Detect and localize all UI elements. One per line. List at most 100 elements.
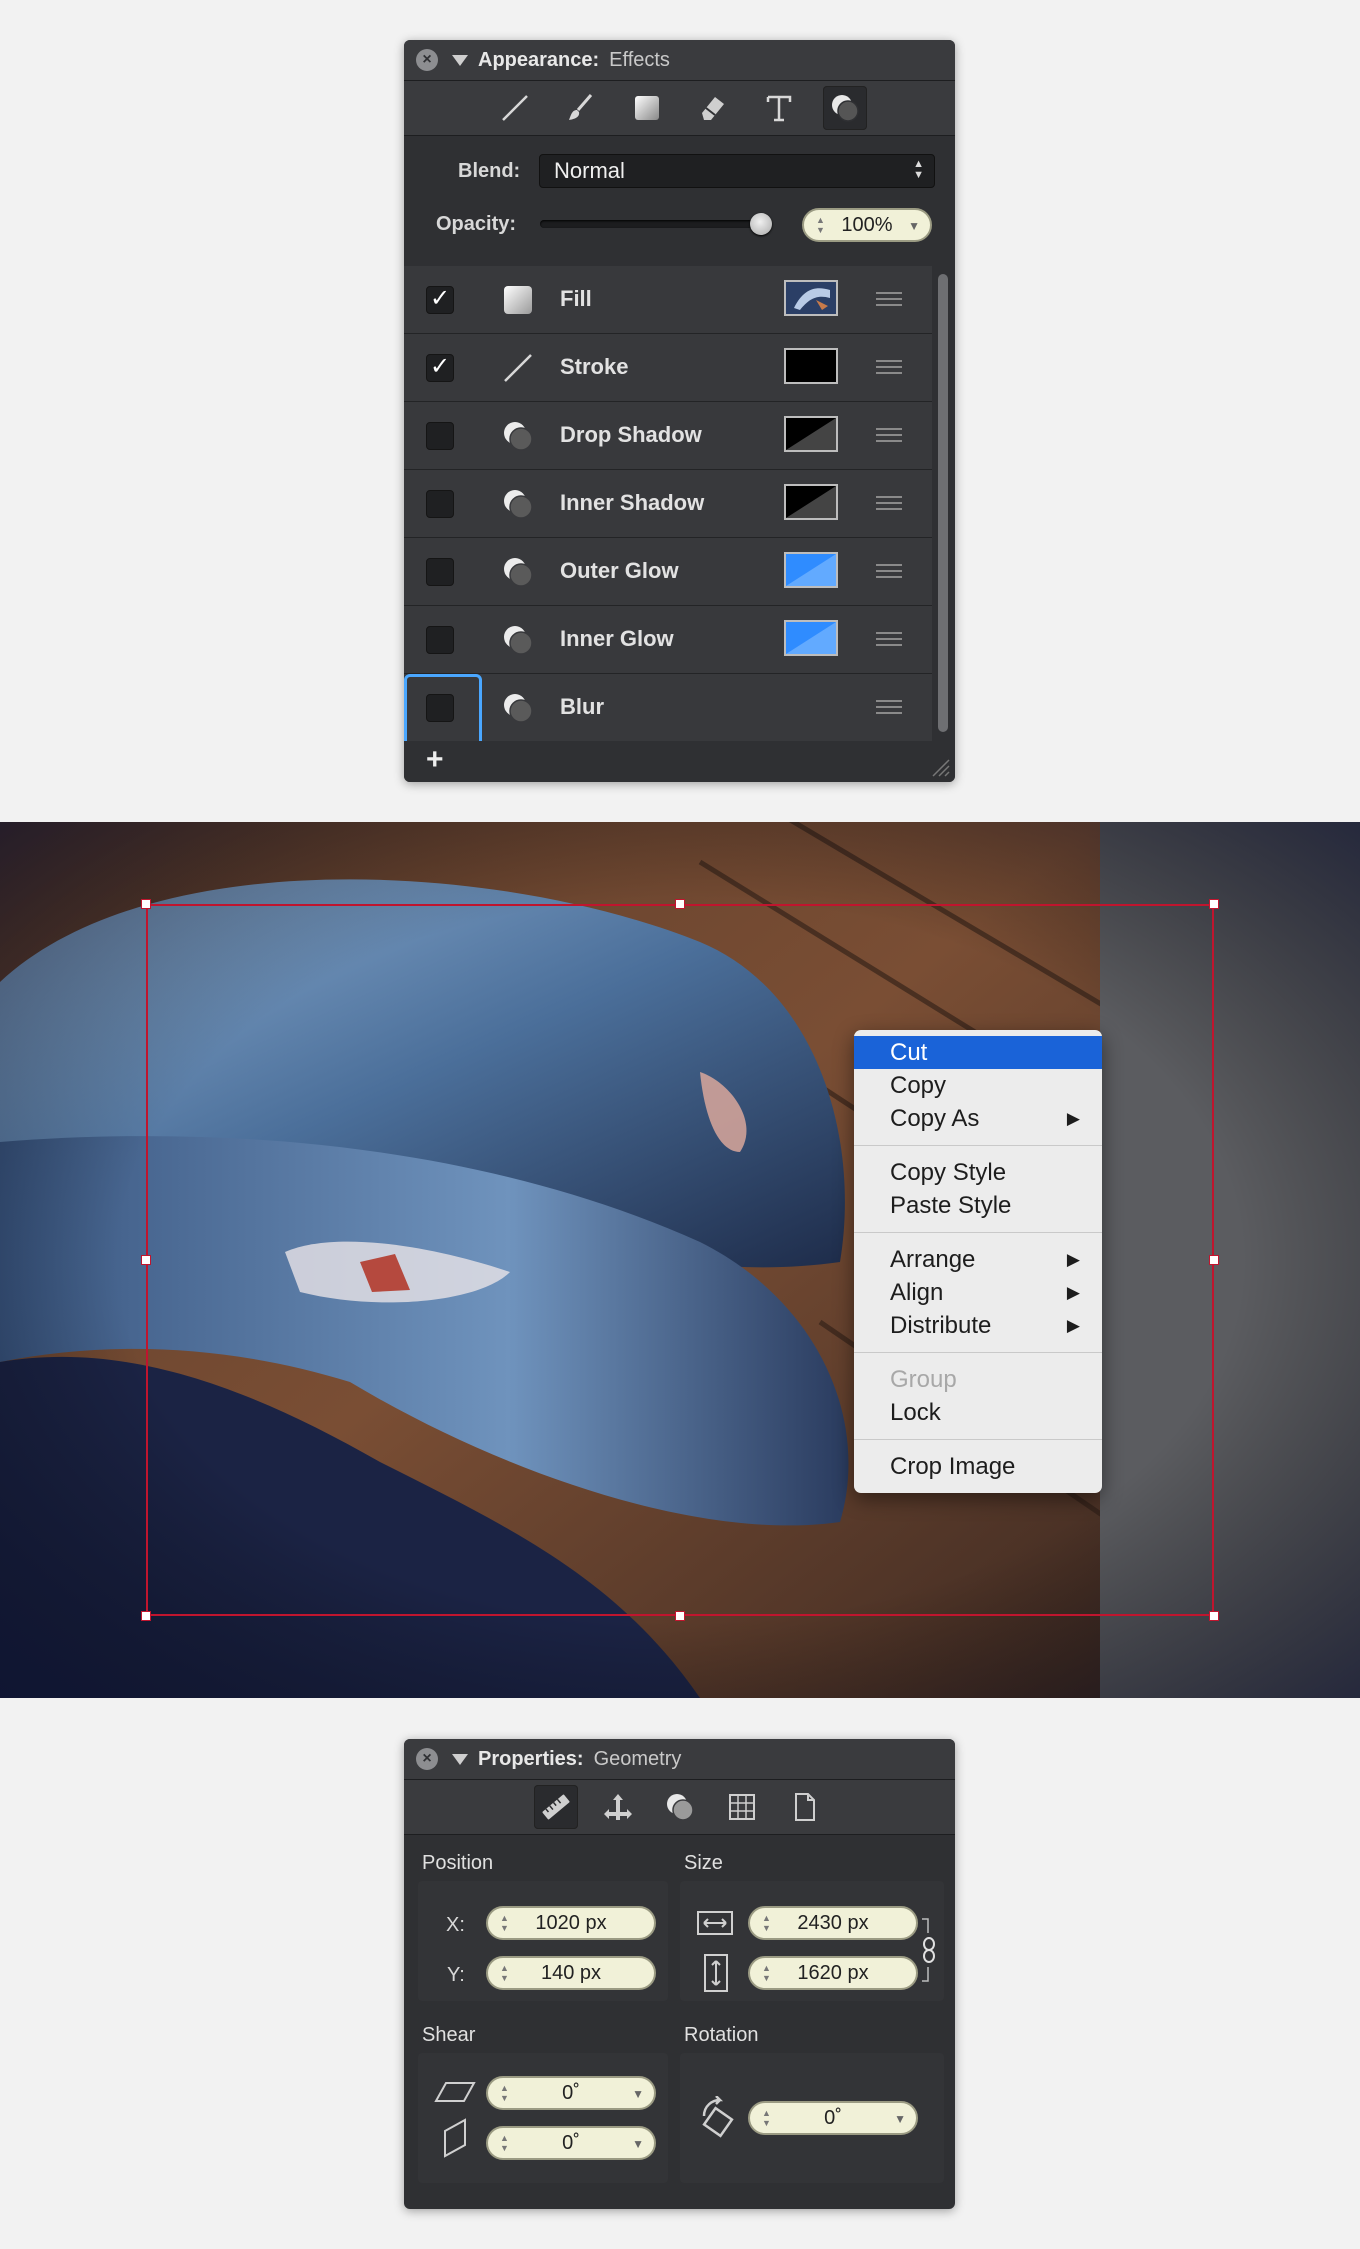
fill-checkbox[interactable]: ✓ [426, 286, 454, 314]
canvas[interactable] [0, 822, 1360, 1698]
move-arrows-icon [603, 1794, 632, 1820]
effect-row[interactable]: ✓ Stroke [404, 334, 932, 402]
close-icon[interactable]: × [416, 49, 438, 71]
disclosure-triangle-icon[interactable] [452, 1753, 468, 1765]
close-icon[interactable]: × [416, 1748, 438, 1770]
menu-item-copy[interactable]: Copy [854, 1069, 1102, 1102]
opacity-slider[interactable] [540, 213, 772, 235]
chevron-down-icon[interactable]: ▼ [894, 2112, 906, 2126]
link-chain-icon[interactable] [920, 1917, 938, 1983]
effect-row[interactable]: Outer Glow [404, 538, 932, 606]
appearance-title-bar[interactable]: × Appearance: Effects [404, 40, 955, 81]
drag-handle-icon[interactable] [876, 700, 902, 718]
properties-title-bar[interactable]: × Properties: Geometry [404, 1739, 955, 1780]
height-field[interactable]: ▲ ▼ 1620 px [748, 1956, 918, 1990]
grid-tool-button[interactable] [720, 1785, 764, 1829]
inner-shadow-color-well[interactable] [784, 484, 838, 520]
menu-item-copy-as[interactable]: Copy As ▶ [854, 1102, 1102, 1135]
gradient-tool-button[interactable] [625, 86, 669, 130]
drag-handle-icon[interactable] [876, 292, 902, 310]
transform-tool-button[interactable] [596, 1785, 640, 1829]
inner-glow-color-well[interactable] [784, 620, 838, 656]
fill-color-well[interactable] [784, 280, 838, 316]
geometry-tool-button[interactable] [533, 1785, 578, 1829]
effects-scrollbar[interactable] [932, 266, 955, 741]
stepper-icon[interactable]: ▲ ▼ [762, 1913, 771, 1933]
resize-handle-top-right[interactable] [1209, 899, 1219, 909]
resize-handle-top[interactable] [675, 899, 685, 909]
chevron-down-icon[interactable]: ▼ [632, 2087, 644, 2101]
x-position-field[interactable]: ▲ ▼ 1020 px [486, 1906, 656, 1940]
menu-separator [854, 1439, 1102, 1440]
drag-handle-icon[interactable] [876, 564, 902, 582]
disclosure-triangle-icon[interactable] [452, 54, 468, 66]
effects-icon [831, 95, 859, 122]
stepper-icon[interactable]: ▲ ▼ [500, 1913, 509, 1933]
opacity-slider-knob[interactable] [750, 213, 772, 235]
add-effect-button[interactable]: + [426, 743, 444, 777]
document-tool-button[interactable] [782, 1785, 826, 1829]
stepper-icon[interactable]: ▲ ▼ [500, 2083, 509, 2103]
brush-tool-button[interactable] [559, 86, 603, 130]
resize-handle-bottom[interactable] [675, 1611, 685, 1621]
menu-item-distribute[interactable]: Distribute ▶ [854, 1309, 1102, 1342]
resize-grip-icon[interactable] [927, 754, 951, 778]
stepper-icon[interactable]: ▲ ▼ [762, 2108, 771, 2128]
menu-item-copy-style[interactable]: Copy Style [854, 1156, 1102, 1189]
shape-tool-button[interactable] [658, 1785, 702, 1829]
properties-toolbar [404, 1780, 955, 1835]
inner-glow-checkbox[interactable] [426, 626, 454, 654]
menu-item-crop-image[interactable]: Crop Image [854, 1450, 1102, 1483]
resize-handle-bottom-right[interactable] [1209, 1611, 1219, 1621]
resize-handle-left[interactable] [141, 1255, 151, 1265]
blend-select[interactable]: Normal ▲ ▼ [539, 154, 935, 188]
drop-shadow-checkbox[interactable] [426, 422, 454, 450]
menu-item-cut[interactable]: Cut [854, 1036, 1102, 1069]
stroke-checkbox[interactable]: ✓ [426, 354, 454, 382]
effect-row[interactable]: Inner Shadow [404, 470, 932, 538]
shear-horizontal-field[interactable]: ▲ ▼ 0˚ ▼ [486, 2076, 656, 2110]
drag-handle-icon[interactable] [876, 428, 902, 446]
text-tool-button[interactable] [757, 86, 801, 130]
drop-shadow-color-well[interactable] [784, 416, 838, 452]
y-position-field[interactable]: ▲ ▼ 140 px [486, 1956, 656, 1990]
effect-row[interactable]: Drop Shadow [404, 402, 932, 470]
stepper-icon[interactable]: ▲ ▼ [762, 1963, 771, 1983]
menu-item-arrange[interactable]: Arrange ▶ [854, 1243, 1102, 1276]
opacity-field[interactable]: ▲ ▼ 100% ▼ [802, 208, 932, 242]
menu-item-align[interactable]: Align ▶ [854, 1276, 1102, 1309]
chevron-down-icon[interactable]: ▼ [632, 2137, 644, 2151]
menu-item-paste-style[interactable]: Paste Style [854, 1189, 1102, 1222]
effect-name: Outer Glow [560, 558, 679, 583]
inner-shadow-checkbox[interactable] [426, 490, 454, 518]
eraser-tool-button[interactable] [691, 86, 735, 130]
blur-checkbox[interactable] [426, 694, 454, 722]
y-label: Y: [447, 1964, 465, 1986]
drag-handle-icon[interactable] [876, 360, 902, 378]
chevron-down-icon[interactable]: ▼ [908, 219, 920, 233]
resize-handle-bottom-left[interactable] [141, 1611, 151, 1621]
width-value: 2430 px [797, 1911, 869, 1934]
line-tool-button[interactable] [493, 86, 537, 130]
resize-handle-top-left[interactable] [141, 899, 151, 909]
effect-row[interactable]: Blur [404, 674, 932, 752]
rotation-field[interactable]: ▲ ▼ 0˚ ▼ [748, 2101, 918, 2135]
outer-glow-color-well[interactable] [784, 552, 838, 588]
effect-row[interactable]: Inner Glow [404, 606, 932, 674]
stepper-icon[interactable]: ▲ ▼ [500, 2133, 509, 2153]
width-field[interactable]: ▲ ▼ 2430 px [748, 1906, 918, 1940]
appearance-toolbar [404, 81, 955, 136]
menu-item-lock[interactable]: Lock [854, 1396, 1102, 1429]
shear-vertical-field[interactable]: ▲ ▼ 0˚ ▼ [486, 2126, 656, 2160]
stroke-color-well[interactable] [784, 348, 838, 384]
effects-tool-button[interactable] [822, 86, 867, 130]
effect-row[interactable]: ✓ Fill [404, 266, 932, 334]
resize-handle-right[interactable] [1209, 1255, 1219, 1265]
stepper-icon[interactable]: ▲ ▼ [816, 215, 825, 235]
outer-glow-checkbox[interactable] [426, 558, 454, 586]
eraser-icon [701, 97, 724, 120]
drag-handle-icon[interactable] [876, 632, 902, 650]
rotation-value: 0˚ [824, 2106, 842, 2129]
stepper-icon[interactable]: ▲ ▼ [500, 1963, 509, 1983]
drag-handle-icon[interactable] [876, 496, 902, 514]
